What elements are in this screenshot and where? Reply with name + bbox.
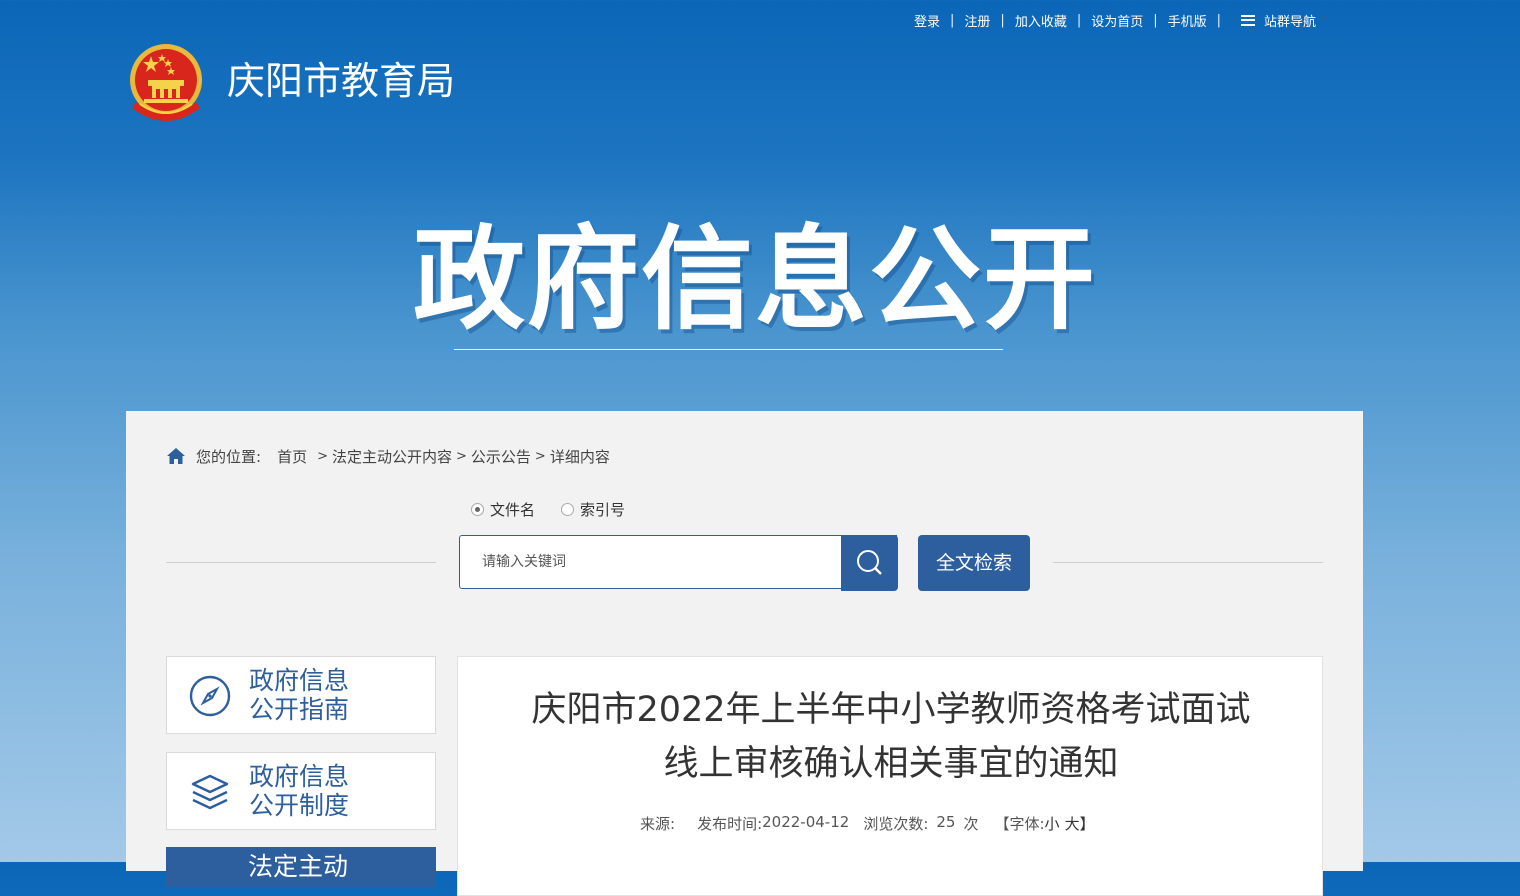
mobile-version-link[interactable]: 手机版 [1168,11,1207,30]
login-link[interactable]: 登录 [914,11,940,30]
sidebar-item-disclosure-guide[interactable]: 政府信息 公开指南 [166,656,436,734]
breadcrumb-home[interactable]: 首页 [277,446,307,467]
search-box [459,535,897,589]
radio-filename[interactable]: 文件名 [471,499,535,520]
source-label: 来源: [640,815,676,833]
fulltext-search-button[interactable]: 全文检索 [918,535,1030,591]
article-title-line: 庆阳市2022年上半年中小学教师资格考试面试 [531,690,1251,730]
search-button[interactable] [841,535,898,591]
national-emblem-icon [130,44,202,121]
sidebar-item-label-line: 公开制度 [249,791,350,820]
radio-button-checked[interactable] [471,503,484,516]
divider: | [1000,12,1005,28]
view-count-label: 浏览次数: [863,815,929,833]
breadcrumb-current: 详细内容 [549,447,610,466]
breadcrumb-item[interactable]: 法定主动公开内容 [332,446,452,467]
breadcrumb: 您的位置: 首页 > 法定主动公开内容 > 公示公告 > 详细内容 [166,446,610,466]
layers-icon [191,774,229,810]
breadcrumb-separator: > [534,448,546,464]
view-count-unit: 次 [963,815,979,833]
divider-left [166,562,436,563]
banner-title: 政府信息公开 [413,215,1097,345]
radio-button[interactable] [561,503,575,516]
site-group-nav-link[interactable]: 站群导航 [1264,11,1316,30]
article-card: 庆阳市2022年上半年中小学教师资格考试面试 线上审核确认相关事宜的通知 来源:… [457,656,1323,896]
search-icon [857,550,882,575]
radio-filename-label: 文件名 [490,501,536,519]
divider: | [1216,12,1222,28]
publish-date-label: 发布时间: [697,815,763,833]
sidebar-item-statutory-disclosure[interactable]: 法定主动 [166,847,436,887]
register-link[interactable]: 注册 [964,11,990,30]
font-small-button[interactable]: 小 [1045,813,1060,834]
site-title: 庆阳市教育局 [227,59,456,103]
divider: | [1153,12,1158,28]
banner: 政府信息公开 [0,210,1520,350]
divider: | [1076,12,1082,28]
view-count-value: 25 [936,813,956,831]
sidebar-item-label: 政府信息 公开制度 [249,762,349,820]
search-input[interactable] [460,536,844,588]
breadcrumb-separator: > [317,448,328,464]
divider-right [1053,562,1323,563]
publish-date-value: 2022-04-12 [762,813,850,831]
sidebar-item-label-line: 公开指南 [249,695,350,724]
set-homepage-link[interactable]: 设为首页 [1091,11,1143,30]
top-links: 登录 | 注册 | 加入收藏 | 设为首页 | 手机版 | 站群导航 [914,11,1316,30]
font-size-label: 【字体: [994,815,1045,833]
sidebar-item-disclosure-system[interactable]: 政府信息 公开制度 [166,752,436,830]
article-title: 庆阳市2022年上半年中小学教师资格考试面试 线上审核确认相关事宜的通知 [458,683,1324,791]
radio-index-number[interactable]: 索引号 [561,499,625,520]
banner-underline [454,349,1003,350]
breadcrumb-separator: > [456,448,467,464]
compass-icon [189,675,231,717]
breadcrumb-label: 您的位置: [196,447,262,466]
list-icon [1241,14,1256,26]
sidebar-item-label-line: 政府信息 [249,666,350,695]
divider: | [950,12,955,28]
search-type-radios: 文件名 索引号 [471,499,651,520]
article-meta: 来源: 发布时间: 2022-04-12 浏览次数: 25 次 【字体: 小 大… [640,813,1095,834]
font-large-button[interactable]: 大】 [1065,813,1095,834]
add-favorite-link[interactable]: 加入收藏 [1015,11,1067,30]
sidebar-item-label: 政府信息 公开指南 [249,666,349,724]
article-title-line: 线上审核确认相关事宜的通知 [663,744,1119,784]
sidebar-item-label-line: 政府信息 [249,762,350,791]
radio-index-label: 索引号 [580,501,626,519]
breadcrumb-item[interactable]: 公示公告 [471,446,531,467]
main-panel: 您的位置: 首页 > 法定主动公开内容 > 公示公告 > 详细内容 文件名 索引… [126,411,1363,896]
home-icon [167,448,185,464]
